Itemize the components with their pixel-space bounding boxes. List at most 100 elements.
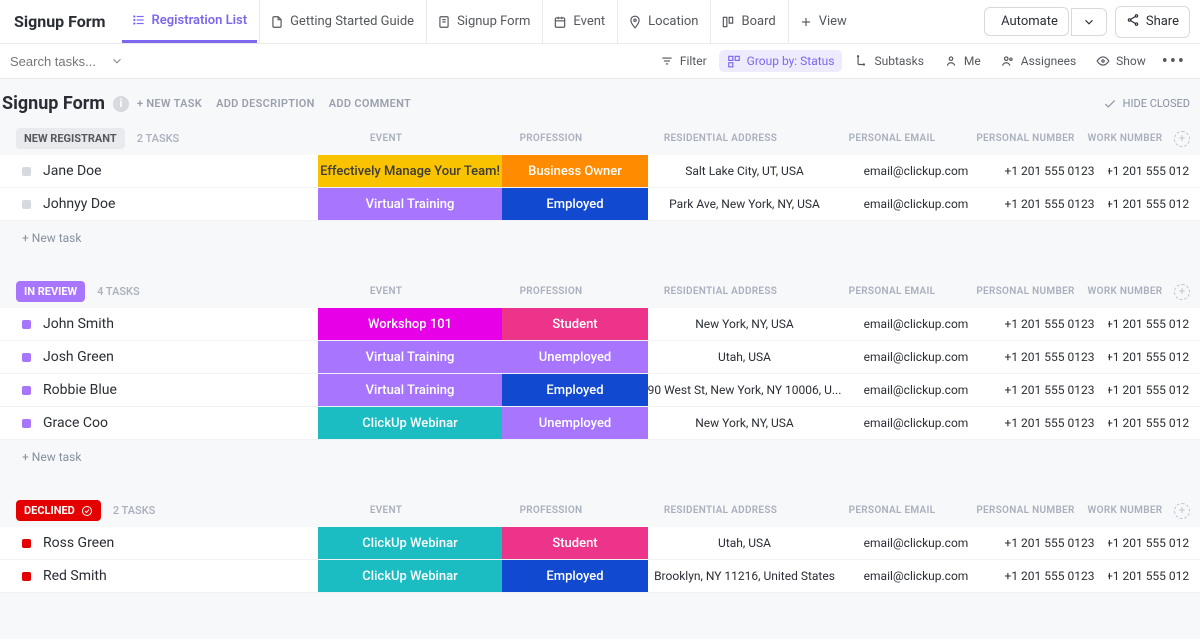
personal-number-cell[interactable]: +1 201 555 0123 [991, 527, 1108, 559]
status-pill[interactable]: DECLINED [16, 500, 101, 521]
email-cell[interactable]: email@clickup.com [841, 560, 991, 592]
share-button[interactable]: Share [1115, 6, 1190, 38]
event-tag[interactable]: ClickUp Webinar [318, 527, 502, 559]
view-tab[interactable]: Board [710, 0, 785, 43]
address-cell[interactable]: Brooklyn, NY 11216, United States [648, 560, 841, 592]
status-square-icon[interactable] [22, 200, 31, 209]
table-row[interactable]: Jane Doe Effectively Manage Your Team! B… [0, 155, 1200, 188]
personal-number-cell[interactable]: +1 201 555 0123 [991, 374, 1108, 406]
status-square-icon[interactable] [22, 167, 31, 176]
address-cell[interactable]: New York, NY, USA [648, 407, 841, 439]
status-square-icon[interactable] [22, 539, 31, 548]
column-header[interactable]: WORK NUMBER [1084, 505, 1166, 516]
hide-closed-toggle[interactable]: HIDE CLOSED [1103, 97, 1190, 111]
assignees-button[interactable]: Assignees [993, 50, 1084, 72]
profession-tag[interactable]: Unemployed [502, 341, 648, 373]
column-header[interactable]: WORK NUMBER [1084, 133, 1166, 144]
work-number-cell[interactable]: +1 201 555 012: [1108, 407, 1190, 439]
column-header[interactable]: PERSONAL NUMBER [967, 133, 1084, 144]
status-pill[interactable]: NEW REGISTRANT [16, 128, 125, 149]
work-number-cell[interactable]: +1 201 555 012: [1108, 308, 1190, 340]
profession-tag[interactable]: Employed [502, 188, 648, 220]
column-header[interactable]: RESIDENTIAL ADDRESS [624, 133, 817, 144]
column-header[interactable]: EVENT [294, 286, 478, 297]
column-header[interactable]: RESIDENTIAL ADDRESS [624, 286, 817, 297]
status-square-icon[interactable] [22, 419, 31, 428]
profession-tag[interactable]: Employed [502, 374, 648, 406]
task-name[interactable]: John Smith [43, 316, 114, 332]
status-square-icon[interactable] [22, 572, 31, 581]
column-header[interactable]: PERSONAL NUMBER [967, 505, 1084, 516]
profession-tag[interactable]: Employed [502, 560, 648, 592]
profession-tag[interactable]: Business Owner [502, 155, 648, 187]
email-cell[interactable]: email@clickup.com [841, 188, 991, 220]
column-header[interactable]: PERSONAL NUMBER [967, 286, 1084, 297]
new-task-link[interactable]: + NEW TASK [137, 97, 202, 110]
status-square-icon[interactable] [22, 386, 31, 395]
automate-button[interactable]: Automate [984, 7, 1069, 36]
view-tab[interactable]: Signup Form [426, 0, 540, 43]
address-cell[interactable]: Utah, USA [648, 341, 841, 373]
event-tag[interactable]: ClickUp Webinar [318, 407, 502, 439]
view-tab[interactable]: Registration List [122, 0, 258, 43]
column-header[interactable]: WORK NUMBER [1084, 286, 1166, 297]
view-tab[interactable]: Getting Started Guide [259, 0, 424, 43]
table-row[interactable]: John Smith Workshop 101 Student New York… [0, 308, 1200, 341]
personal-number-cell[interactable]: +1 201 555 0123 [991, 308, 1108, 340]
email-cell[interactable]: email@clickup.com [841, 341, 991, 373]
address-cell[interactable]: Park Ave, New York, NY, USA [648, 188, 841, 220]
address-cell[interactable]: Utah, USA [648, 527, 841, 559]
table-row[interactable]: Robbie Blue Virtual Training Employed 90… [0, 374, 1200, 407]
add-column-button[interactable]: + [1174, 284, 1190, 300]
column-header[interactable]: PERSONAL EMAIL [817, 505, 967, 516]
email-cell[interactable]: email@clickup.com [841, 308, 991, 340]
event-tag[interactable]: Virtual Training [318, 374, 502, 406]
subtasks-button[interactable]: Subtasks [846, 50, 931, 72]
email-cell[interactable]: email@clickup.com [841, 407, 991, 439]
task-name[interactable]: Johnyy Doe [43, 196, 115, 212]
profession-tag[interactable]: Student [502, 308, 648, 340]
personal-number-cell[interactable]: +1 201 555 0123 [991, 155, 1108, 187]
work-number-cell[interactable]: +1 201 555 012: [1108, 374, 1190, 406]
work-number-cell[interactable]: +1 201 555 012: [1108, 341, 1190, 373]
column-header[interactable]: RESIDENTIAL ADDRESS [624, 505, 817, 516]
table-row[interactable]: Grace Coo ClickUp Webinar Unemployed New… [0, 407, 1200, 440]
event-tag[interactable]: Effectively Manage Your Team! [318, 155, 502, 187]
me-button[interactable]: Me [936, 50, 989, 72]
status-pill[interactable]: IN REVIEW [16, 281, 85, 302]
add-comment-link[interactable]: ADD COMMENT [329, 97, 411, 110]
automate-chevron[interactable] [1071, 8, 1107, 36]
personal-number-cell[interactable]: +1 201 555 0123 [991, 188, 1108, 220]
more-menu[interactable]: ••• [1158, 51, 1190, 72]
event-tag[interactable]: Virtual Training [318, 188, 502, 220]
email-cell[interactable]: email@clickup.com [841, 374, 991, 406]
view-tab[interactable]: Location [617, 0, 708, 43]
add-column-button[interactable]: + [1174, 131, 1190, 147]
table-row[interactable]: Josh Green Virtual Training Unemployed U… [0, 341, 1200, 374]
group-by-button[interactable]: Group by: Status [719, 50, 843, 72]
column-header[interactable]: PERSONAL EMAIL [817, 286, 967, 297]
work-number-cell[interactable]: +1 201 555 012: [1108, 155, 1190, 187]
event-tag[interactable]: Workshop 101 [318, 308, 502, 340]
personal-number-cell[interactable]: +1 201 555 0123 [991, 560, 1108, 592]
task-name[interactable]: Ross Green [43, 535, 114, 551]
personal-number-cell[interactable]: +1 201 555 0123 [991, 407, 1108, 439]
address-cell[interactable]: New York, NY, USA [648, 308, 841, 340]
status-square-icon[interactable] [22, 353, 31, 362]
table-row[interactable]: Ross Green ClickUp Webinar Student Utah,… [0, 527, 1200, 560]
personal-number-cell[interactable]: +1 201 555 0123 [991, 341, 1108, 373]
new-task-button[interactable]: + New task [0, 440, 1200, 474]
event-tag[interactable]: ClickUp Webinar [318, 560, 502, 592]
column-header[interactable]: EVENT [294, 505, 478, 516]
chevron-down-icon[interactable] [110, 54, 124, 68]
work-number-cell[interactable]: +1 201 555 012: [1108, 527, 1190, 559]
profession-tag[interactable]: Unemployed [502, 407, 648, 439]
email-cell[interactable]: email@clickup.com [841, 527, 991, 559]
task-name[interactable]: Josh Green [43, 349, 114, 365]
task-name[interactable]: Robbie Blue [43, 382, 117, 398]
new-task-button[interactable]: + New task [0, 221, 1200, 255]
info-icon[interactable]: i [113, 96, 129, 112]
add-description-link[interactable]: ADD DESCRIPTION [216, 97, 315, 110]
add-column-button[interactable]: + [1174, 503, 1190, 519]
column-header[interactable]: PROFESSION [478, 505, 624, 516]
